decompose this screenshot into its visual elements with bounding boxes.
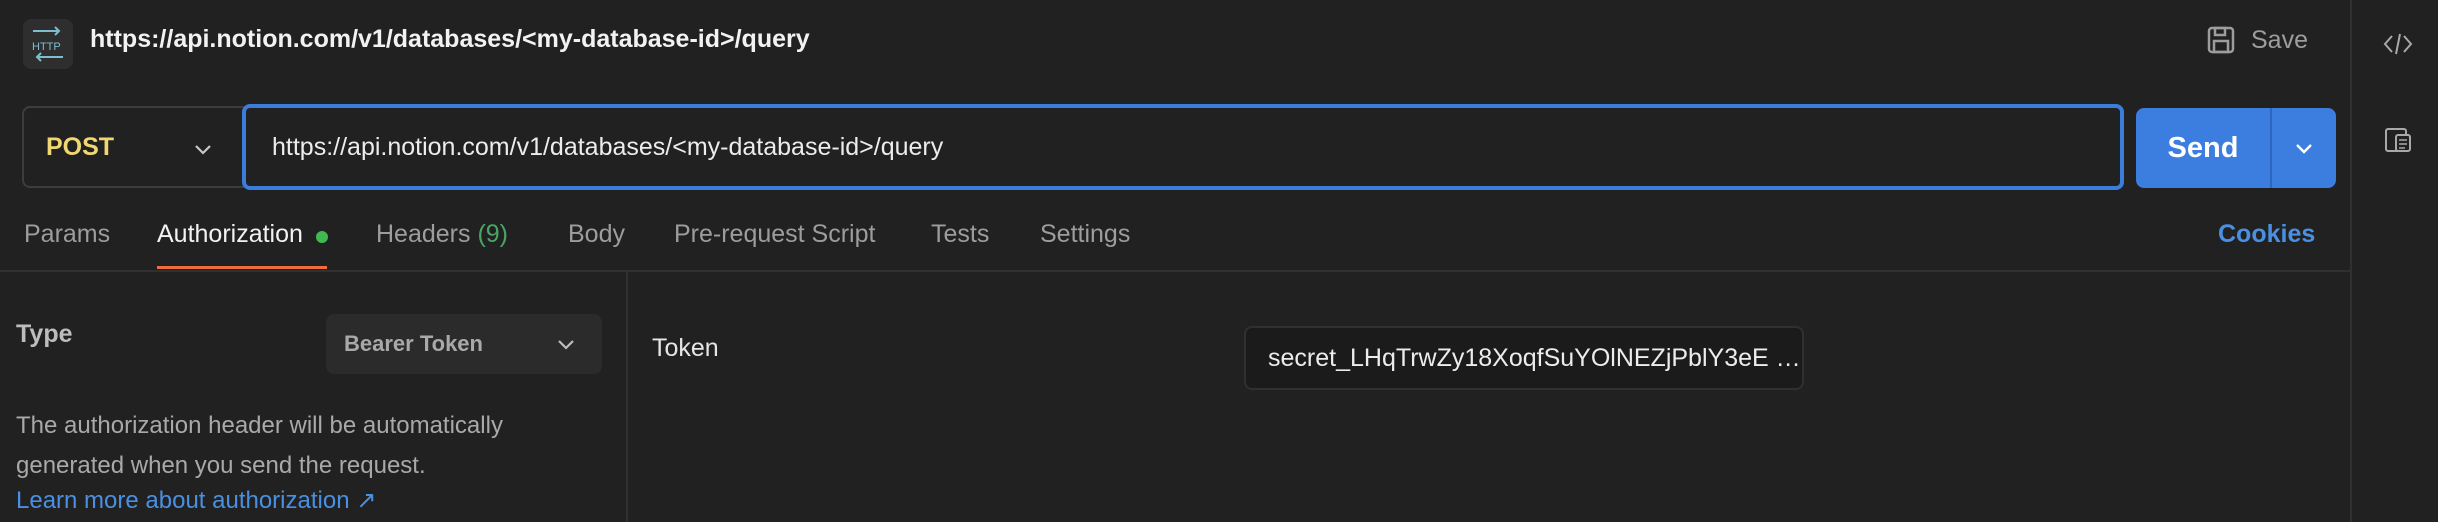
request-editor: HTTP https://api.notion.com/v1/databases… <box>0 0 2350 522</box>
tab-body[interactable]: Body <box>568 220 625 249</box>
cookies-link[interactable]: Cookies <box>2218 220 2315 249</box>
save-label: Save <box>2251 25 2308 54</box>
tab-authorization[interactable]: Authorization <box>157 220 303 249</box>
active-tab-underline <box>157 266 327 269</box>
http-icon: HTTP <box>23 19 73 69</box>
auth-type-select[interactable]: Bearer Token <box>326 314 602 374</box>
tab-headers-label: Headers <box>376 220 471 248</box>
method-select[interactable]: POST <box>22 106 244 188</box>
tab-settings[interactable]: Settings <box>1040 220 1130 249</box>
documentation-icon[interactable] <box>2382 124 2414 156</box>
code-icon[interactable] <box>2382 28 2414 60</box>
save-icon <box>2207 26 2235 54</box>
tab-headers[interactable]: Headers (9) <box>376 220 508 249</box>
auth-type-panel: Type Bearer Token The authorization head… <box>0 272 628 522</box>
chevron-down-icon <box>2296 144 2312 154</box>
tab-tests[interactable]: Tests <box>931 220 989 249</box>
auth-description: The authorization header will be automat… <box>16 412 503 479</box>
tab-pre-request-script[interactable]: Pre-request Script <box>674 220 875 249</box>
url-input[interactable]: https://api.notion.com/v1/databases/<my-… <box>242 104 2124 190</box>
auth-type-label: Type <box>16 320 73 348</box>
learn-more-link[interactable]: Learn more about authorization ↗ <box>16 486 376 515</box>
send-button-group: Send <box>2136 108 2336 188</box>
send-options-button[interactable] <box>2272 108 2336 188</box>
send-button[interactable]: Send <box>2136 108 2270 188</box>
method-label: POST <box>46 132 115 161</box>
chevron-down-icon <box>558 340 574 350</box>
token-input[interactable]: secret_LHqTrwZy18XoqfSuYOlNEZjPblY3eE … <box>1244 326 1804 390</box>
request-tabs: Params Authorization Headers (9) Body Pr… <box>0 200 2350 272</box>
headers-count: (9) <box>477 220 509 248</box>
auth-type-value: Bearer Token <box>344 331 483 356</box>
right-sidebar <box>2350 0 2438 522</box>
request-header: HTTP https://api.notion.com/v1/databases… <box>0 0 2350 90</box>
request-title[interactable]: https://api.notion.com/v1/databases/<my-… <box>90 25 810 54</box>
token-label: Token <box>652 334 719 362</box>
tab-params[interactable]: Params <box>24 220 110 249</box>
save-button[interactable]: Save <box>2205 24 2308 56</box>
authorization-indicator-dot <box>316 231 328 243</box>
svg-text:HTTP: HTTP <box>32 41 61 53</box>
chevron-down-icon <box>195 145 211 155</box>
